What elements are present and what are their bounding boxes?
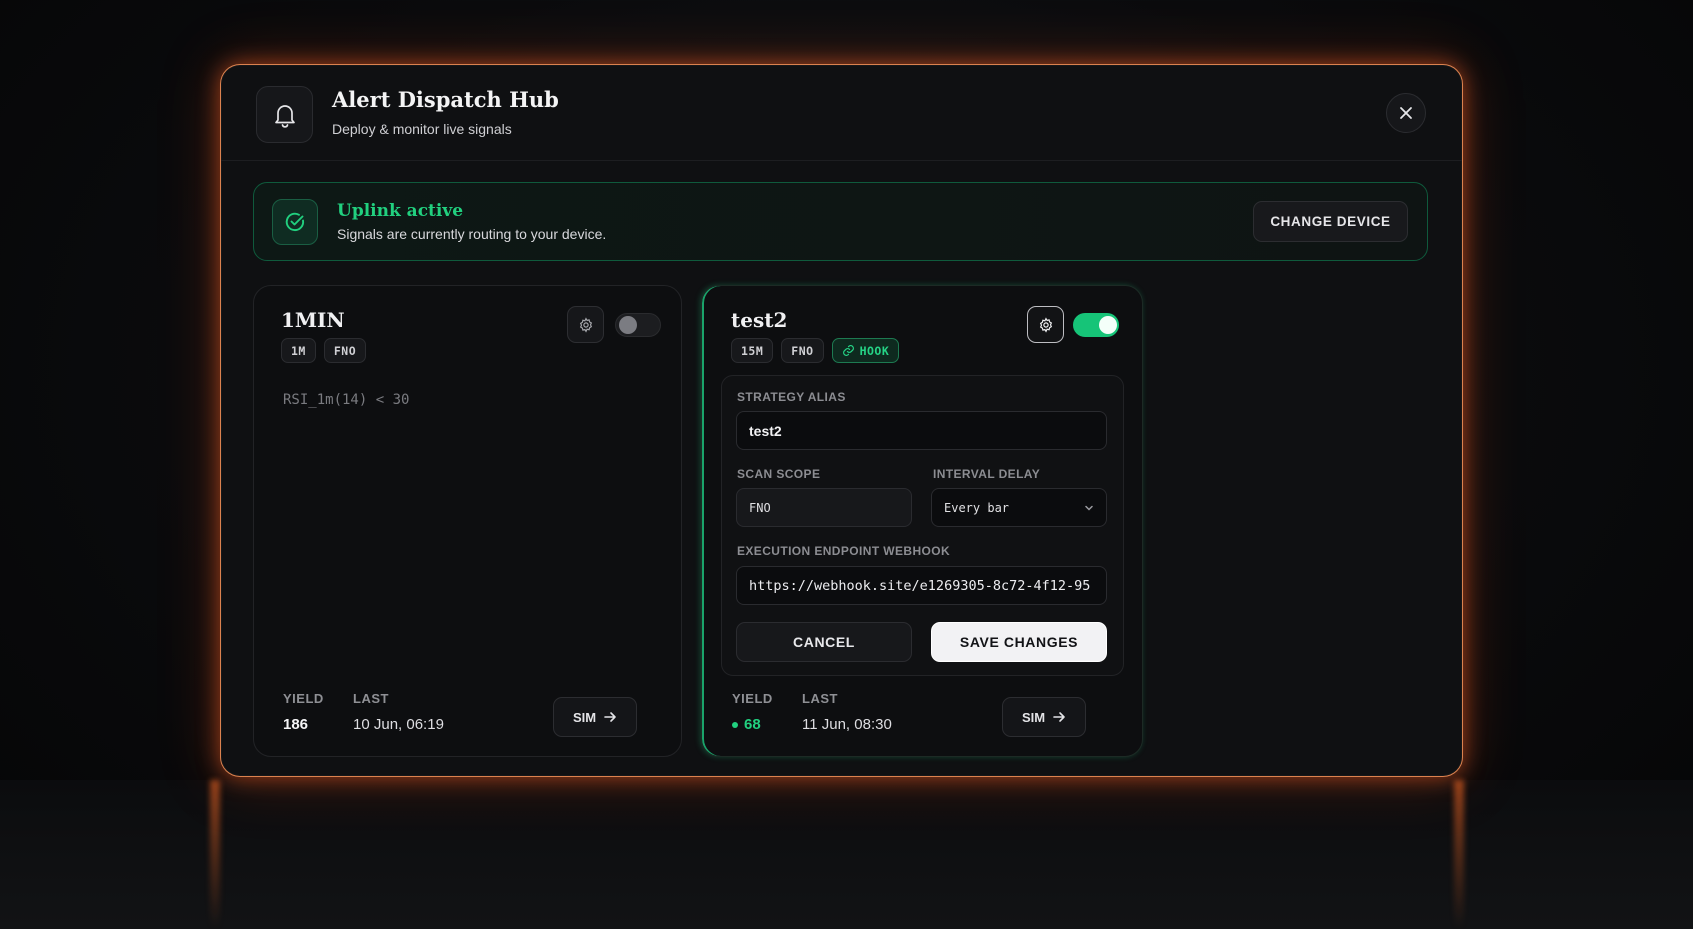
scope-tag: FNO <box>781 338 824 363</box>
modal-header: Alert Dispatch Hub Deploy & monitor live… <box>221 65 1462 161</box>
webhook-label: EXECUTION ENDPOINT WEBHOOK <box>737 544 951 558</box>
alias-label: STRATEGY ALIAS <box>737 390 846 404</box>
last-label: LAST <box>353 691 389 706</box>
strategy-name: test2 <box>731 308 788 332</box>
bell-icon <box>256 86 313 143</box>
live-dot-icon <box>732 722 738 729</box>
last-label: LAST <box>802 691 838 706</box>
alias-input[interactable]: test2 <box>736 411 1107 450</box>
gear-icon[interactable] <box>567 306 604 343</box>
uplink-status-banner: Uplink active Signals are currently rout… <box>253 182 1428 261</box>
floor-reflection <box>0 780 1693 929</box>
arrow-right-icon <box>604 712 616 722</box>
yield-label: YIELD <box>732 691 773 706</box>
modal-title: Alert Dispatch Hub <box>332 87 559 112</box>
modal-subtitle: Deploy & monitor live signals <box>332 121 512 137</box>
scope-input[interactable]: FNO <box>736 488 912 527</box>
uplink-message: Signals are currently routing to your de… <box>337 226 607 242</box>
strategy-toggle[interactable] <box>1073 313 1119 337</box>
gear-icon[interactable] <box>1027 306 1064 343</box>
strategy-expression: RSI_1m(14) < 30 <box>283 392 410 408</box>
timeframe-tag: 1M <box>281 338 316 363</box>
hook-tag: HOOK <box>831 338 900 363</box>
close-icon[interactable] <box>1386 93 1426 133</box>
uplink-title: Uplink active <box>337 201 464 221</box>
arrow-right-icon <box>1053 712 1065 722</box>
sim-label: SIM <box>1021 709 1046 725</box>
save-changes-button[interactable]: SAVE CHANGES <box>931 622 1107 662</box>
check-circle-icon <box>272 199 318 245</box>
cancel-button[interactable]: CANCEL <box>736 622 912 662</box>
strategy-edit-form: STRATEGY ALIAS test2 SCAN SCOPE FNO INTE… <box>721 375 1124 676</box>
hook-label: HOOK <box>859 343 890 358</box>
strategy-card-1min: 1MIN 1M FNO RSI_1m(14) < 30 YIELD 186 LA… <box>253 285 682 757</box>
last-value: 11 Jun, 08:30 <box>802 716 892 733</box>
strategy-name: 1MIN <box>281 308 345 332</box>
interval-select[interactable]: Every bar <box>931 488 1107 527</box>
scope-tag: FNO <box>323 338 367 363</box>
change-device-button[interactable]: CHANGE DEVICE <box>1253 201 1408 242</box>
glow-reflection-left <box>210 780 220 929</box>
sim-label: SIM <box>572 709 597 725</box>
alert-dispatch-modal: Alert Dispatch Hub Deploy & monitor live… <box>220 64 1463 777</box>
yield-value: 68 <box>732 716 761 733</box>
webhook-input[interactable]: https://webhook.site/e1269305-8c72-4f12-… <box>736 566 1107 605</box>
scope-label: SCAN SCOPE <box>737 467 821 481</box>
sim-button[interactable]: SIM <box>553 697 637 737</box>
sim-button[interactable]: SIM <box>1002 697 1086 737</box>
yield-value: 186 <box>283 716 309 733</box>
strategy-card-test2: test2 15M FNO HOOK STRATEGY ALIAS test2 … <box>701 285 1143 757</box>
interval-value: Every bar <box>944 500 1010 515</box>
link-icon <box>842 345 854 356</box>
interval-label: INTERVAL DELAY <box>933 467 1041 481</box>
yield-label: YIELD <box>283 691 324 706</box>
last-value: 10 Jun, 06:19 <box>353 716 444 733</box>
strategy-tags: 15M FNO HOOK <box>731 338 900 363</box>
glow-reflection-right <box>1454 780 1464 929</box>
yield-number: 68 <box>744 716 761 733</box>
chevron-down-icon <box>1085 505 1093 511</box>
timeframe-tag: 15M <box>731 338 774 363</box>
strategy-toggle[interactable] <box>615 313 661 337</box>
strategy-tags: 1M FNO <box>281 338 367 363</box>
